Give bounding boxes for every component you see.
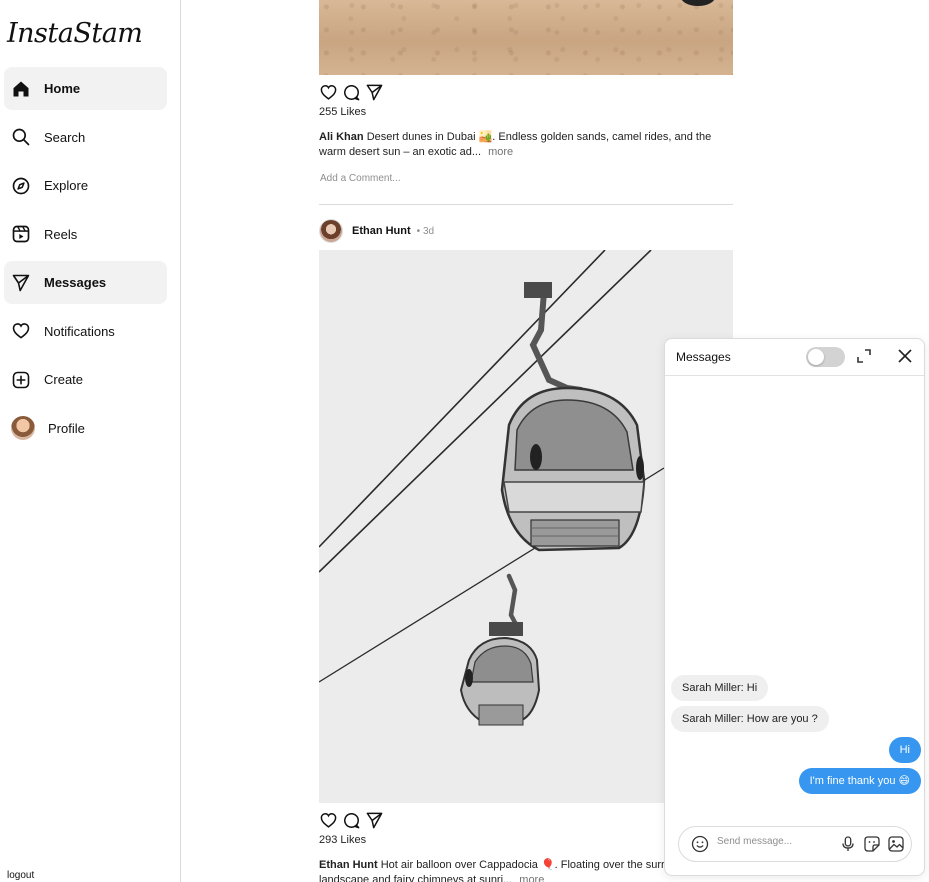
like-heart-icon[interactable] bbox=[319, 83, 338, 102]
likes-count: 293 Likes bbox=[319, 834, 367, 846]
expand-icon[interactable] bbox=[856, 348, 872, 364]
caption-author[interactable]: Ethan Hunt bbox=[319, 859, 378, 871]
sidebar-item-label: Search bbox=[44, 129, 86, 145]
post-username[interactable]: Ethan Hunt bbox=[352, 225, 411, 237]
sidebar-item-label: Messages bbox=[44, 275, 107, 290]
app-root: InstaStam Home Search Explore Reels Mess… bbox=[0, 0, 929, 882]
logout-link[interactable]: logout bbox=[7, 870, 34, 881]
sidebar-item-reels[interactable]: Reels bbox=[4, 213, 167, 256]
more-link[interactable]: more bbox=[488, 146, 513, 158]
sidebar-item-label: Profile bbox=[48, 420, 85, 436]
sidebar-item-search[interactable]: Search bbox=[4, 116, 167, 159]
more-link[interactable]: more bbox=[519, 874, 544, 882]
sidebar-item-create[interactable]: Create bbox=[4, 358, 167, 401]
messages-title: Messages bbox=[676, 350, 731, 364]
sidebar-item-label: Create bbox=[44, 372, 84, 387]
search-icon bbox=[11, 127, 31, 147]
post-actions bbox=[319, 811, 384, 830]
post-header: Ethan Hunt • 3d bbox=[319, 219, 434, 243]
post-divider bbox=[319, 204, 733, 205]
comment-icon[interactable] bbox=[342, 811, 361, 830]
send-icon bbox=[11, 273, 31, 293]
emoji-icon[interactable] bbox=[691, 835, 709, 853]
add-comment-input[interactable]: Add a Comment... bbox=[320, 173, 401, 184]
app-logo[interactable]: InstaStam bbox=[7, 18, 143, 49]
toggle-knob bbox=[808, 349, 824, 365]
post-actions bbox=[319, 83, 384, 102]
post-caption: Ali Khan Desert dunes in Dubai 🏜️. Endle… bbox=[319, 130, 729, 160]
messages-panel: Messages Sarah Miller: Hi Sarah Miller: … bbox=[664, 338, 925, 876]
sidebar-item-explore[interactable]: Explore bbox=[4, 164, 167, 207]
post-image[interactable] bbox=[319, 0, 733, 75]
messages-header: Messages bbox=[665, 339, 924, 376]
caption-text: Desert dunes in Dubai 🏜️. Endless golden… bbox=[319, 131, 712, 158]
messages-toggle[interactable] bbox=[806, 347, 845, 367]
sidebar-item-notifications[interactable]: Notifications bbox=[4, 310, 167, 353]
comment-icon[interactable] bbox=[342, 83, 361, 102]
post-timestamp: • 3d bbox=[416, 225, 435, 237]
sidebar-item-label: Home bbox=[44, 81, 81, 96]
sidebar-item-label: Reels bbox=[44, 226, 78, 242]
plus-square-icon bbox=[11, 370, 31, 390]
like-heart-icon[interactable] bbox=[319, 811, 338, 830]
home-icon bbox=[11, 79, 31, 99]
sidebar-item-messages[interactable]: Messages bbox=[4, 261, 167, 304]
sidebar-item-profile[interactable]: Profile bbox=[4, 407, 167, 450]
sidebar: InstaStam Home Search Explore Reels Mess… bbox=[0, 0, 181, 882]
likes-count: 255 Likes bbox=[319, 106, 367, 118]
sidebar-item-label: Notifications bbox=[44, 323, 115, 339]
close-icon[interactable] bbox=[896, 347, 914, 365]
image-icon[interactable] bbox=[887, 835, 905, 853]
heart-icon bbox=[11, 321, 31, 341]
message-bubble-incoming: Sarah Miller: How are you ? bbox=[671, 706, 829, 732]
share-icon[interactable] bbox=[365, 811, 384, 830]
reels-icon bbox=[11, 224, 31, 244]
avatar bbox=[11, 416, 35, 440]
sidebar-item-home[interactable]: Home bbox=[4, 67, 167, 110]
sidebar-nav: Home Search Explore Reels Messages Notif… bbox=[4, 67, 167, 455]
message-input[interactable] bbox=[717, 836, 827, 847]
sand-texture bbox=[319, 0, 733, 75]
compass-icon bbox=[11, 176, 31, 196]
message-bubble-outgoing: I'm fine thank you 😄 bbox=[798, 768, 921, 794]
microphone-icon[interactable] bbox=[839, 835, 857, 853]
caption-author[interactable]: Ali Khan bbox=[319, 131, 364, 143]
sidebar-item-label: Explore bbox=[44, 178, 89, 193]
message-bubble-outgoing: Hi bbox=[888, 737, 921, 763]
share-icon[interactable] bbox=[365, 83, 384, 102]
message-bubble-incoming: Sarah Miller: Hi bbox=[671, 675, 769, 701]
message-composer bbox=[678, 826, 912, 862]
sticker-icon[interactable] bbox=[863, 835, 881, 853]
avatar[interactable] bbox=[319, 219, 343, 243]
